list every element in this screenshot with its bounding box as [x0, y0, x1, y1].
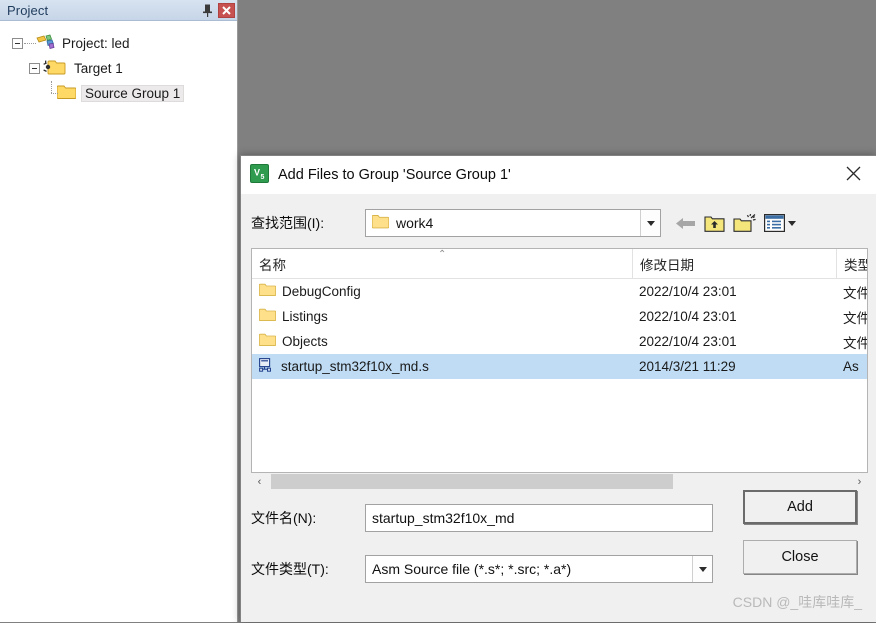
table-row[interactable]: Listings 2022/10/4 23:01 文件 [252, 304, 867, 329]
project-panel-close-button[interactable] [217, 2, 235, 19]
tree-item-source-group[interactable]: Source Group 1 [0, 81, 237, 106]
asm-file-icon [259, 358, 275, 375]
views-button[interactable] [764, 214, 796, 232]
chevron-down-icon [698, 566, 707, 572]
file-name: startup_stm32f10x_md.s [281, 359, 429, 374]
file-date: 2022/10/4 23:01 [639, 284, 737, 299]
tree-connector [24, 42, 36, 45]
file-name: Listings [282, 309, 328, 324]
add-files-dialog: V 5 Add Files to Group 'Source Group 1' … [240, 155, 876, 622]
arrow-left-icon [676, 217, 695, 229]
scroll-left-icon[interactable]: ‹ [251, 473, 268, 490]
back-button[interactable] [675, 215, 696, 232]
file-date: 2022/10/4 23:01 [639, 309, 737, 324]
expander-minus-icon[interactable] [12, 38, 23, 49]
file-list-horizontal-scrollbar[interactable]: ‹ › [251, 473, 868, 490]
folder-icon [258, 283, 277, 300]
file-name-label: 文件名(N): [251, 510, 317, 526]
file-type: 文件 [843, 310, 868, 326]
folder-up-icon [704, 215, 725, 232]
svg-text:V: V [254, 168, 260, 178]
scrollbar-track[interactable] [268, 473, 851, 490]
project-panel: Project Project: led Target 1 Source Gro… [0, 0, 238, 622]
project-tree: Project: led Target 1 Source Group 1 [0, 21, 237, 106]
dialog-nav-toolbar [675, 213, 796, 233]
add-button[interactable]: Add [743, 490, 857, 524]
file-list-header: 名称 修改日期 类型 [252, 249, 867, 279]
file-type-combo[interactable]: Asm Source file (*.s*; *.src; *.a*) [365, 555, 713, 583]
target-folder-icon [43, 59, 67, 79]
file-type: 文件 [843, 335, 868, 351]
svg-text:5: 5 [261, 174, 265, 181]
folder-icon [258, 308, 277, 325]
folder-icon [258, 333, 277, 350]
expander-minus-icon[interactable] [29, 63, 40, 74]
project-icon [36, 34, 55, 53]
look-in-label: 查找范围(I): [251, 215, 325, 231]
dialog-body: 查找范围(I): work4 ⌃ 名称 修改日期 类 DebugConfig 2… [241, 194, 876, 623]
tree-item-target[interactable]: Target 1 [0, 56, 237, 81]
table-row[interactable]: startup_stm32f10x_md.s 2014/3/21 11:29 A… [252, 354, 867, 379]
scrollbar-thumb[interactable] [271, 474, 673, 489]
views-icon [764, 214, 785, 232]
look-in-value: work4 [396, 215, 434, 231]
close-icon [217, 2, 235, 18]
close-button[interactable]: Close [743, 540, 857, 574]
file-date: 2014/3/21 11:29 [639, 359, 736, 374]
watermark: CSDN @_哇库哇库_ [732, 594, 862, 610]
new-folder-button[interactable] [733, 213, 756, 233]
scroll-right-icon[interactable]: › [851, 473, 868, 490]
pin-icon[interactable] [198, 2, 216, 19]
folder-icon [371, 214, 390, 232]
dialog-close-button[interactable] [830, 156, 876, 194]
chevron-down-icon [788, 220, 796, 226]
file-type: 文件 [843, 285, 868, 301]
chevron-down-icon [646, 220, 655, 226]
dialog-title: Add Files to Group 'Source Group 1' [278, 167, 511, 183]
file-date: 2022/10/4 23:01 [639, 334, 737, 349]
sort-ascending-icon[interactable]: ⌃ [438, 250, 446, 260]
table-row[interactable]: DebugConfig 2022/10/4 23:01 文件 [252, 279, 867, 304]
file-type-dropdown-button[interactable] [692, 556, 712, 582]
file-type-value: Asm Source file (*.s*; *.src; *.a*) [372, 561, 572, 577]
file-type: As [843, 359, 859, 374]
tree-item-project-label: Project: led [62, 36, 130, 51]
look-in-row: 查找范围(I): work4 [241, 194, 876, 242]
tree-item-project[interactable]: Project: led [0, 31, 237, 56]
folder-icon [56, 84, 77, 103]
dialog-titlebar: V 5 Add Files to Group 'Source Group 1' [241, 156, 876, 194]
file-name: DebugConfig [282, 284, 361, 299]
up-one-level-button[interactable] [704, 214, 725, 233]
look-in-combo[interactable]: work4 [365, 209, 661, 237]
tree-connector [46, 81, 58, 106]
project-panel-title: Project [7, 2, 49, 18]
table-row[interactable]: Objects 2022/10/4 23:01 文件 [252, 329, 867, 354]
tree-item-target-label: Target 1 [74, 61, 123, 76]
file-name: Objects [282, 334, 328, 349]
tree-item-source-group-label: Source Group 1 [81, 85, 185, 102]
look-in-dropdown-button[interactable] [640, 210, 660, 236]
column-header-type[interactable]: 类型 [836, 249, 867, 278]
keil-uvision-icon: V 5 [250, 164, 269, 186]
column-header-date[interactable]: 修改日期 [632, 249, 836, 278]
new-folder-icon [733, 213, 756, 232]
close-icon [846, 166, 861, 184]
file-list[interactable]: ⌃ 名称 修改日期 类型 DebugConfig 2022/10/4 23:01… [251, 248, 868, 473]
file-type-label: 文件类型(T): [251, 561, 329, 577]
project-panel-titlebar: Project [0, 0, 237, 21]
file-name-input[interactable]: startup_stm32f10x_md [365, 504, 713, 532]
